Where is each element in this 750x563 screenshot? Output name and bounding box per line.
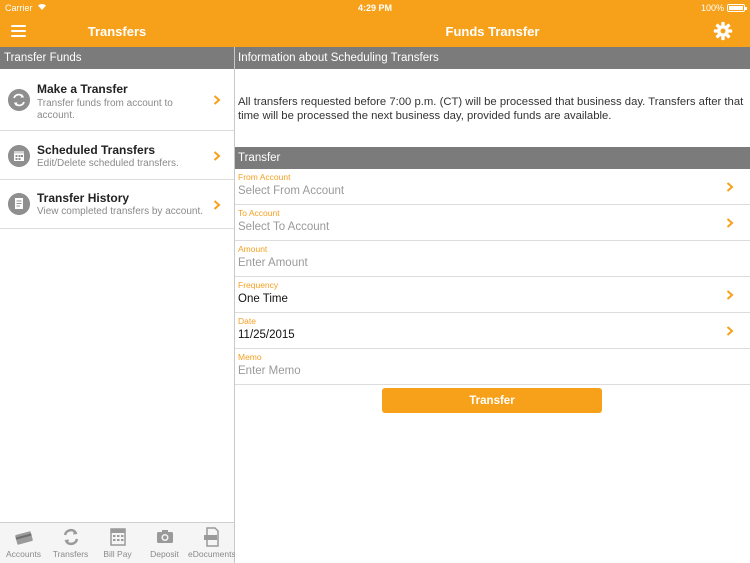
from-account-label: From Account	[238, 172, 291, 182]
tab-transfers-label: Transfers	[52, 549, 89, 559]
scheduled-transfers-subtitle: Edit/Delete scheduled transfers.	[37, 158, 179, 169]
scheduled-transfers-title: Scheduled Transfers	[37, 143, 156, 157]
memo-input[interactable]: Enter Memo	[238, 365, 301, 377]
tab-deposit-label: Deposit	[150, 549, 179, 559]
tab-transfers[interactable]: Transfers	[47, 527, 94, 559]
memo-field[interactable]: Memo Enter Memo	[235, 349, 750, 385]
date-label: Date	[238, 316, 256, 326]
frequency-label: Frequency	[238, 280, 279, 290]
gear-icon[interactable]	[713, 21, 733, 41]
transfer-button[interactable]: Transfer	[382, 388, 602, 413]
transfer-arrows-icon	[8, 89, 30, 111]
calendar-icon	[8, 145, 30, 167]
status-time: 4:29 PM	[357, 3, 392, 13]
transfer-history-title: Transfer History	[37, 191, 130, 205]
frequency-field[interactable]: Frequency One Time	[235, 277, 750, 313]
info-header: Information about Scheduling Transfers	[235, 47, 750, 69]
scheduled-transfers-item[interactable]: Scheduled Transfers Edit/Delete schedule…	[0, 131, 234, 180]
right-nav-bar: Funds Transfer	[235, 16, 750, 47]
chevron-right-icon	[213, 95, 221, 105]
pdf-document-icon	[203, 527, 219, 547]
chevron-right-icon	[213, 151, 221, 161]
left-nav-title: Transfers	[87, 24, 147, 39]
left-nav-bar: Transfers	[0, 16, 234, 47]
transfer-history-subtitle: View completed transfers by account.	[37, 206, 204, 217]
from-account-field[interactable]: From Account Select From Account	[235, 169, 750, 205]
tab-bar: Accounts Transfers Bill Pay Deposit eDoc…	[0, 522, 236, 563]
transfer-icon	[63, 528, 78, 546]
info-text: All transfers requested before 7:00 p.m.…	[238, 96, 744, 122]
date-field[interactable]: Date 11/25/2015	[235, 313, 750, 349]
calendar-icon	[109, 528, 126, 546]
status-bar: Carrier 4:29 PM 100%	[0, 0, 750, 16]
tab-edocuments[interactable]: eDocuments	[188, 527, 236, 559]
to-account-field[interactable]: To Account Select To Account	[235, 205, 750, 241]
document-icon	[8, 193, 30, 215]
chevron-right-icon	[726, 290, 734, 300]
chevron-right-icon	[726, 326, 734, 336]
right-panel: Information about Scheduling Transfers A…	[235, 47, 750, 563]
make-transfer-subtitle: Transfer funds from account to account.	[37, 98, 173, 121]
battery-icon	[727, 4, 747, 12]
tab-accounts[interactable]: Accounts	[0, 527, 47, 559]
to-account-value: Select To Account	[238, 221, 330, 233]
battery-percent: 100%	[700, 3, 724, 13]
card-icon	[14, 531, 33, 545]
camera-icon	[156, 530, 173, 543]
make-transfer-title: Make a Transfer	[37, 82, 128, 96]
transfer-section-header: Transfer	[235, 147, 750, 169]
chevron-right-icon	[726, 218, 734, 228]
tab-deposit[interactable]: Deposit	[141, 527, 188, 559]
right-nav-title: Funds Transfer	[445, 24, 540, 39]
tab-bill-pay-label: Bill Pay	[103, 549, 132, 559]
left-panel: Transfer Funds Make a Transfer Transfer …	[0, 47, 234, 522]
transfer-history-item[interactable]: Transfer History View completed transfer…	[0, 180, 234, 229]
tab-accounts-label: Accounts	[6, 549, 41, 559]
amount-input[interactable]: Enter Amount	[238, 257, 308, 269]
frequency-value: One Time	[238, 293, 288, 305]
memo-label: Memo	[238, 352, 262, 362]
date-value: 11/25/2015	[238, 329, 295, 341]
to-account-label: To Account	[238, 208, 280, 218]
make-transfer-item[interactable]: Make a Transfer Transfer funds from acco…	[0, 69, 234, 131]
tab-edocuments-label: eDocuments	[188, 549, 236, 559]
from-account-value: Select From Account	[238, 185, 345, 197]
tab-bill-pay[interactable]: Bill Pay	[94, 527, 141, 559]
transfer-funds-header: Transfer Funds	[0, 47, 234, 69]
amount-field[interactable]: Amount Enter Amount	[235, 241, 750, 277]
chevron-right-icon	[726, 182, 734, 192]
amount-label: Amount	[238, 244, 268, 254]
chevron-right-icon	[213, 200, 221, 210]
